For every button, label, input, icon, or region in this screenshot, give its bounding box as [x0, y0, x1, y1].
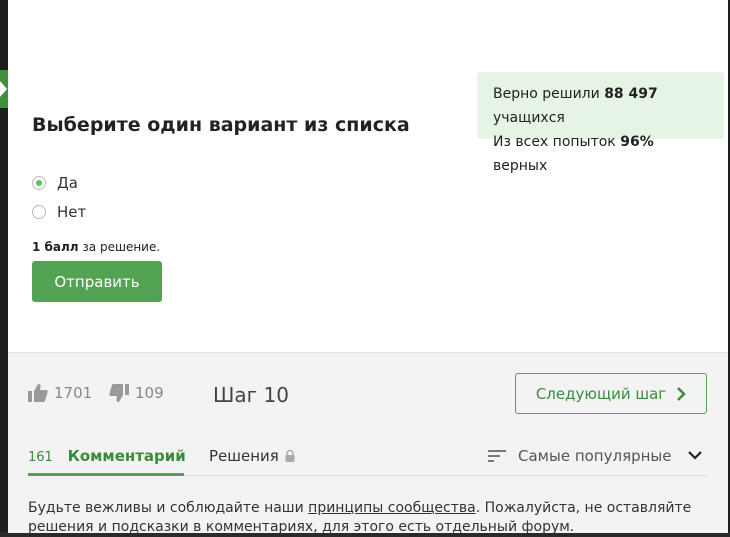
likes-count: 1701 [54, 384, 93, 402]
option-label: Нет [57, 203, 87, 221]
sort-dropdown[interactable]: Самые популярные [488, 447, 672, 465]
option-label: Да [57, 174, 78, 192]
stats-box: Верно решили 88 497 учащихся Из всех поп… [477, 72, 724, 174]
radio-unchecked-icon[interactable] [32, 205, 46, 219]
points-text: за решение. [82, 240, 161, 254]
step-footer: 1701 109 Шаг 10 Следующий шаг 161 Коммен… [8, 352, 728, 535]
step-label: Шаг 10 [213, 383, 289, 407]
radio-checked-icon[interactable] [32, 176, 46, 190]
tab-comments-label: Комментарий [67, 447, 186, 465]
stats-attempts-prefix: Из всех попыток [493, 134, 616, 150]
lock-icon [285, 450, 295, 462]
stats-solved-prefix: Верно решили [493, 86, 600, 102]
submit-button[interactable]: Отправить [32, 261, 162, 302]
option-no[interactable]: Нет [32, 203, 86, 221]
dislikes-count: 109 [135, 384, 164, 402]
next-step-label: Следующий шаг [535, 384, 667, 403]
sort-label: Самые популярные [518, 447, 672, 465]
stats-solved-count: 88 497 [604, 86, 658, 102]
active-tab-underline [28, 473, 184, 476]
sidebar-toggle-icon[interactable] [0, 70, 8, 108]
quiz-card: Верно решили 88 497 учащихся Из всех поп… [8, 0, 728, 352]
dislike-button[interactable]: 109 [109, 383, 164, 403]
tab-solutions-label: Решения [209, 447, 279, 465]
option-yes[interactable]: Да [32, 174, 78, 192]
tab-solutions[interactable]: Решения [209, 447, 295, 465]
community-guidelines-link[interactable]: принципы сообщества [308, 500, 476, 516]
points-value: 1 балл [32, 240, 79, 254]
points-info: 1 балл за решение. [32, 240, 160, 254]
thumbs-up-icon [28, 384, 48, 402]
comments-count: 161 [28, 450, 53, 465]
stats-solved: Верно решили 88 497 учащихся [493, 82, 708, 130]
notice-text-1: Будьте вежливы и соблюдайте наши [28, 500, 309, 516]
stats-attempts-suffix: верных [493, 158, 548, 174]
stats-attempts: Из всех попыток 96% верных [493, 130, 708, 178]
chevron-down-icon[interactable] [687, 450, 703, 462]
question-title: Выберите один вариант из списка [32, 114, 410, 136]
next-step-button[interactable]: Следующий шаг [515, 373, 707, 414]
chevron-right-icon [677, 386, 686, 401]
thumbs-down-icon [109, 384, 129, 402]
tab-comments[interactable]: 161 Комментарий [28, 447, 186, 465]
like-button[interactable]: 1701 [28, 383, 92, 403]
stats-attempts-percent: 96% [620, 134, 654, 150]
sort-icon [488, 450, 506, 462]
community-notice: Будьте вежливы и соблюдайте наши принцип… [28, 499, 718, 537]
stats-solved-suffix: учащихся [493, 110, 565, 126]
